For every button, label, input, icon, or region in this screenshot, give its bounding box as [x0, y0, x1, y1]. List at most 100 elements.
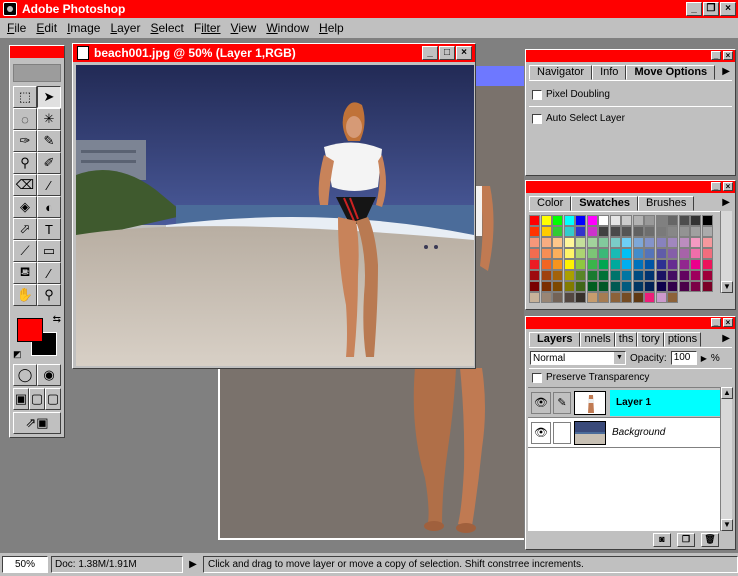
- document-maximize-button[interactable]: □: [439, 46, 455, 60]
- measure-tool-icon[interactable]: ⟋: [13, 240, 37, 262]
- document-close-button[interactable]: ×: [456, 46, 472, 60]
- color-swatch[interactable]: [552, 292, 563, 303]
- color-swatch[interactable]: [552, 226, 563, 237]
- paint-bucket-tool-icon[interactable]: ⛾: [13, 262, 37, 284]
- pixel-doubling-checkbox[interactable]: [532, 89, 542, 100]
- color-swatch[interactable]: [644, 281, 655, 292]
- color-swatch[interactable]: [586, 259, 598, 270]
- menu-help[interactable]: Help: [314, 21, 349, 35]
- color-swatch[interactable]: [678, 237, 690, 248]
- color-swatch[interactable]: [644, 237, 655, 248]
- tab-swatches[interactable]: Swatches: [571, 196, 639, 211]
- palette-minimize-button[interactable]: _: [711, 51, 721, 60]
- color-swatch[interactable]: [632, 215, 644, 226]
- swatches-palette-title-bar[interactable]: _ ×: [526, 181, 735, 193]
- color-swatch[interactable]: [655, 259, 667, 270]
- color-swatch[interactable]: [621, 226, 632, 237]
- eye-visibility-icon[interactable]: 👁: [531, 391, 551, 414]
- color-swatch[interactable]: [678, 248, 690, 259]
- toolbox-title-bar[interactable]: [10, 46, 64, 58]
- color-swatch[interactable]: [690, 259, 701, 270]
- color-swatch[interactable]: [575, 259, 586, 270]
- color-swatch[interactable]: [621, 292, 632, 303]
- color-swatch[interactable]: [552, 270, 563, 281]
- color-swatch[interactable]: [632, 292, 644, 303]
- color-swatch[interactable]: [667, 237, 678, 248]
- color-swatch[interactable]: [690, 270, 701, 281]
- tab-navigator[interactable]: Navigator: [529, 65, 593, 80]
- color-swatch[interactable]: [598, 226, 609, 237]
- color-swatch[interactable]: [667, 248, 678, 259]
- photoshop-app-icon[interactable]: [3, 2, 17, 16]
- color-swatch[interactable]: [655, 270, 667, 281]
- color-swatch[interactable]: [632, 248, 644, 259]
- trash-icon[interactable]: 🗑: [701, 533, 719, 547]
- color-swatch[interactable]: [701, 270, 713, 281]
- gradient-tool-icon[interactable]: ▭: [37, 240, 61, 262]
- color-swatch[interactable]: [598, 215, 609, 226]
- palette-menu-arrow-icon[interactable]: ▶: [722, 196, 732, 211]
- color-swatch[interactable]: [540, 226, 552, 237]
- color-swatch[interactable]: [586, 226, 598, 237]
- color-swatch[interactable]: [598, 248, 609, 259]
- color-swatch[interactable]: [540, 281, 552, 292]
- color-swatch[interactable]: [655, 292, 667, 303]
- color-swatch[interactable]: [644, 292, 655, 303]
- navigator-palette-title-bar[interactable]: _ ×: [526, 50, 735, 62]
- color-swatch[interactable]: [632, 226, 644, 237]
- color-swatch[interactable]: [563, 237, 575, 248]
- color-swatch[interactable]: [644, 215, 655, 226]
- tab-move-options[interactable]: Move Options: [626, 65, 716, 80]
- color-swatch[interactable]: [701, 237, 713, 248]
- paintbrush-tool-icon[interactable]: ✎: [37, 130, 61, 152]
- scroll-down-arrow-icon[interactable]: ▼: [721, 519, 733, 531]
- color-swatch[interactable]: [678, 226, 690, 237]
- color-swatch[interactable]: [529, 226, 540, 237]
- color-swatch[interactable]: [540, 248, 552, 259]
- color-swatch[interactable]: [667, 259, 678, 270]
- scroll-up-arrow-icon[interactable]: ▲: [721, 387, 733, 399]
- color-swatch[interactable]: [690, 248, 701, 259]
- color-swatch[interactable]: [644, 259, 655, 270]
- color-swatch[interactable]: [563, 248, 575, 259]
- blend-dropdown-arrow-icon[interactable]: ▼: [614, 352, 625, 364]
- eyedropper-tool-icon[interactable]: ⁄: [37, 262, 61, 284]
- color-swatch[interactable]: [540, 237, 552, 248]
- rubber-stamp-tool-icon[interactable]: ⚲: [13, 152, 37, 174]
- restore-button[interactable]: ❐: [703, 2, 719, 16]
- color-swatch[interactable]: [655, 226, 667, 237]
- layer-mask-icon[interactable]: ◙: [653, 533, 671, 547]
- color-swatch[interactable]: [609, 215, 621, 226]
- zoom-tool-icon[interactable]: ⚲: [37, 284, 61, 306]
- color-swatch[interactable]: [552, 215, 563, 226]
- color-swatch[interactable]: [586, 292, 598, 303]
- color-swatch[interactable]: [563, 259, 575, 270]
- preserve-transparency-option[interactable]: Preserve Transparency: [526, 369, 735, 386]
- color-swatch[interactable]: [586, 215, 598, 226]
- menu-file[interactable]: File: [2, 21, 31, 35]
- marquee-tool-icon[interactable]: ⬚: [13, 86, 37, 108]
- auto-select-layer-option[interactable]: Auto Select Layer: [526, 109, 735, 128]
- dodge-tool-icon[interactable]: ◐: [37, 196, 61, 218]
- blur-tool-icon[interactable]: ◈: [13, 196, 37, 218]
- layers-scrollbar[interactable]: ▲ ▼: [720, 387, 733, 531]
- color-swatch[interactable]: [667, 215, 678, 226]
- layer-row-layer-1[interactable]: 👁 ✎ Layer 1: [528, 388, 720, 418]
- color-swatch[interactable]: [655, 248, 667, 259]
- color-swatch[interactable]: [609, 270, 621, 281]
- color-swatch[interactable]: [701, 226, 713, 237]
- color-swatch[interactable]: [552, 237, 563, 248]
- palette-close-button[interactable]: ×: [723, 318, 733, 327]
- color-swatch[interactable]: [563, 226, 575, 237]
- history-brush-tool-icon[interactable]: ✐: [37, 152, 61, 174]
- close-button[interactable]: ×: [720, 2, 736, 16]
- color-swatch[interactable]: [575, 248, 586, 259]
- color-swatch[interactable]: [644, 226, 655, 237]
- color-swatch[interactable]: [529, 215, 540, 226]
- color-swatch[interactable]: [540, 259, 552, 270]
- palette-close-button[interactable]: ×: [723, 182, 733, 191]
- menu-window[interactable]: Window: [261, 21, 314, 35]
- scroll-down-arrow-icon[interactable]: ▼: [721, 281, 733, 293]
- color-swatch[interactable]: [609, 248, 621, 259]
- color-swatch[interactable]: [644, 270, 655, 281]
